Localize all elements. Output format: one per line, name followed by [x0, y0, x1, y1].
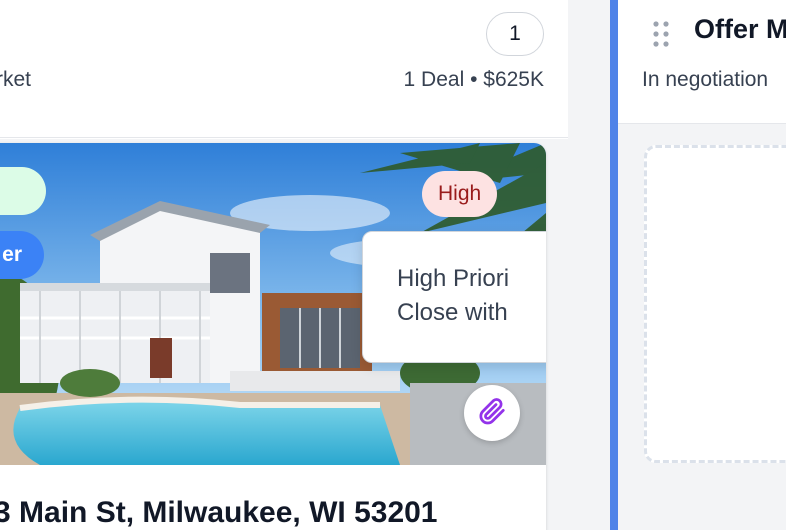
column-title: Offer M	[694, 14, 786, 44]
drop-target-indicator	[610, 0, 618, 530]
column-header: 1 rket 1 Deal • $625K	[0, 0, 568, 138]
card-drop-zone[interactable]	[644, 145, 786, 463]
attachment-button[interactable]	[464, 385, 520, 441]
column-subtitle: rket	[0, 68, 32, 91]
tooltip-line-2: Close with	[397, 299, 508, 326]
column-summary: 1 Deal • $625K	[403, 68, 544, 91]
paperclip-icon	[477, 396, 507, 431]
status-tag-green	[0, 167, 46, 215]
pipeline-column-left: 1 rket 1 Deal • $625K	[0, 0, 568, 530]
kanban-board: 1 rket 1 Deal • $625K	[0, 0, 786, 530]
priority-badge[interactable]: High	[422, 171, 498, 217]
deal-address[interactable]: 3 Main St, Milwaukee, WI 53201	[0, 496, 438, 530]
priority-tooltip: High Priori Close with	[362, 231, 546, 363]
deal-count-badge: 1	[486, 12, 544, 56]
drag-handle-icon[interactable]	[652, 20, 670, 48]
deal-card[interactable]: er High High Priori Close with	[0, 143, 546, 530]
pipeline-column-offer: Offer M In negotiation	[618, 0, 786, 530]
tooltip-line-1: High Priori	[397, 265, 510, 292]
column-header: Offer M In negotiation	[618, 0, 786, 124]
column-subtitle: In negotiation	[642, 68, 769, 91]
column-gap	[568, 0, 610, 530]
column-body: er High High Priori Close with	[0, 139, 568, 530]
